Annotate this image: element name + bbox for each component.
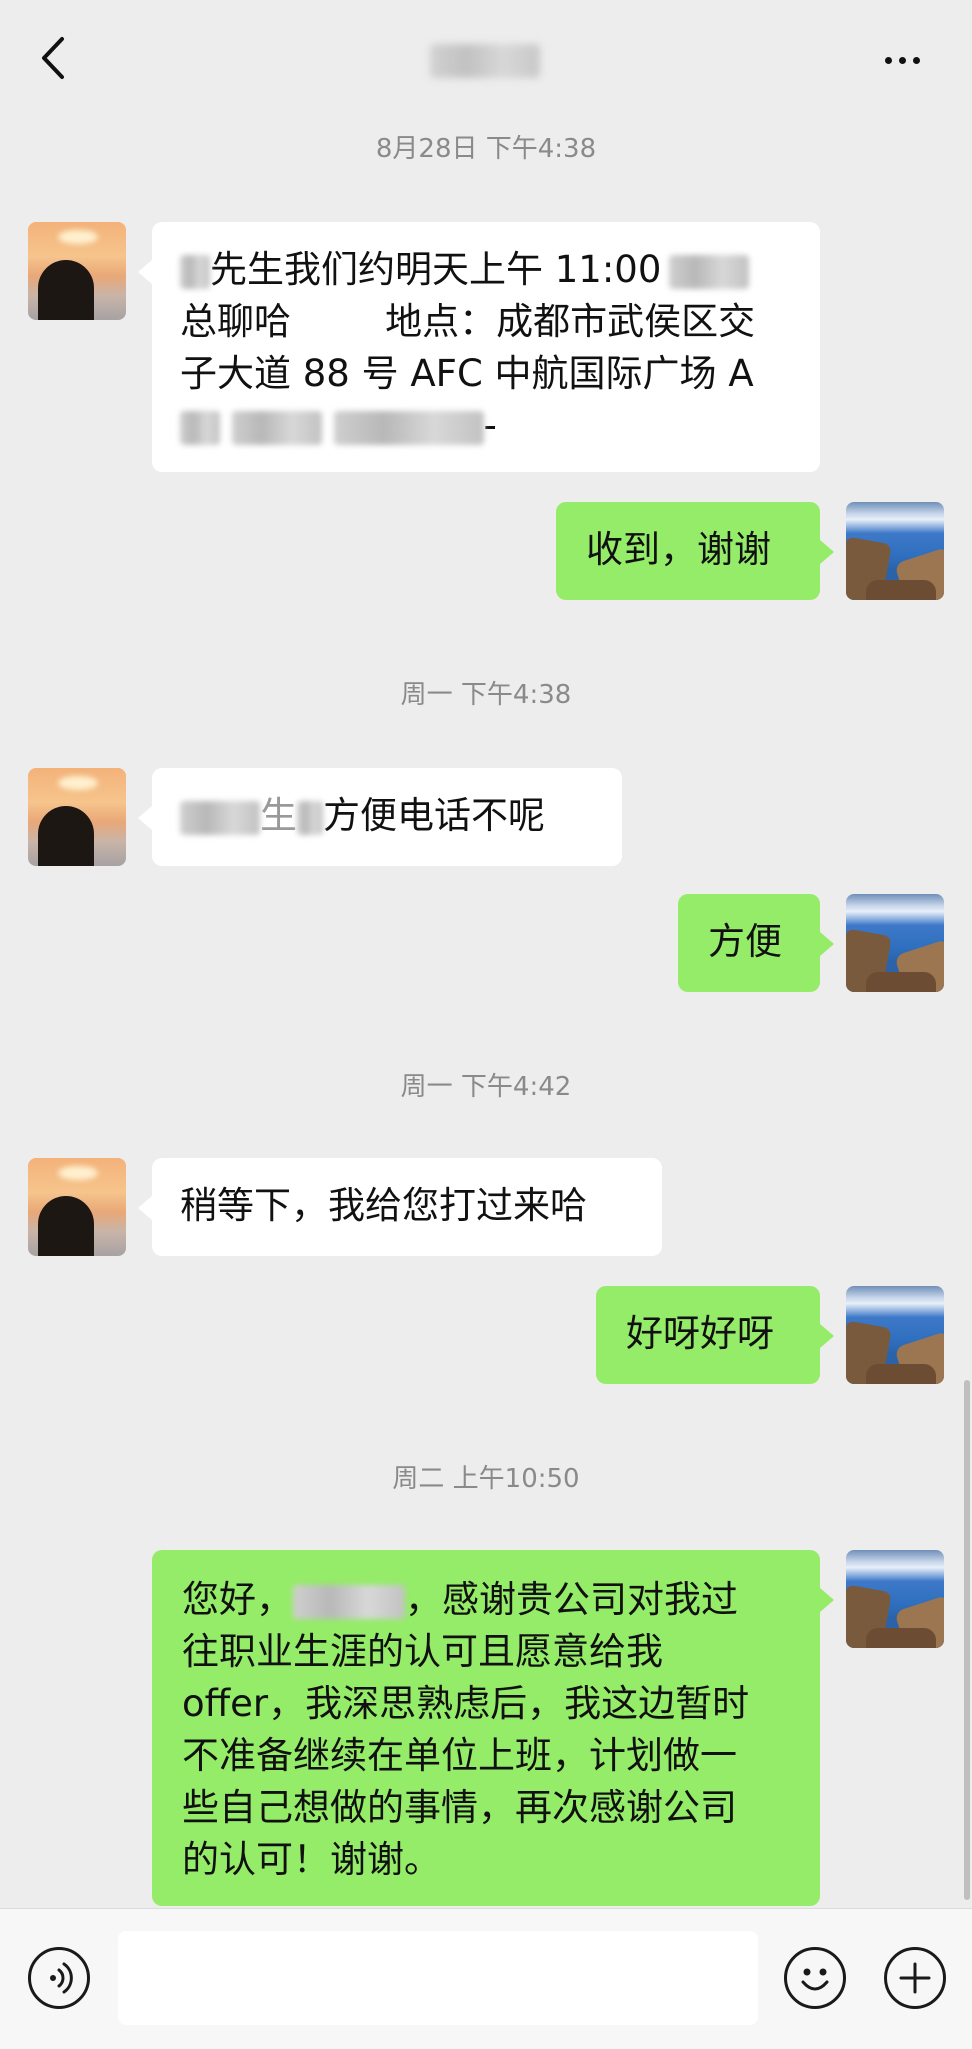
contact-avatar[interactable] bbox=[28, 1158, 126, 1256]
message-input[interactable] bbox=[118, 1931, 758, 2025]
chat-title-redacted bbox=[430, 44, 540, 78]
message-bubble-received[interactable]: 稍等下，我给您打过来哈 bbox=[138, 1158, 662, 1256]
message-bubble-sent[interactable]: 好呀好呀 bbox=[596, 1286, 834, 1384]
redacted-text bbox=[180, 800, 260, 835]
user-avatar[interactable] bbox=[846, 1550, 944, 1648]
emoji-icon bbox=[801, 1968, 829, 1991]
redacted-text bbox=[180, 254, 210, 289]
message-bubble-sent[interactable]: 收到，谢谢 bbox=[556, 502, 834, 600]
redacted-text bbox=[669, 254, 750, 289]
contact-avatar[interactable] bbox=[28, 222, 126, 320]
user-avatar[interactable] bbox=[846, 1286, 944, 1384]
message-bubble-received[interactable]: 生方便电话不呢 bbox=[138, 768, 622, 866]
timestamp: 周二 上午10:50 bbox=[392, 1464, 580, 1494]
scrollbar[interactable] bbox=[964, 1380, 970, 1900]
chevron-left-icon bbox=[42, 37, 64, 79]
input-bar bbox=[0, 1908, 972, 2049]
user-avatar[interactable] bbox=[846, 502, 944, 600]
message-bubble-received[interactable]: 先生我们约明天上午 11:00 总聊哈 地点：成都市武侯区交 子大道 88 号 … bbox=[138, 222, 820, 472]
redacted-text bbox=[333, 410, 484, 445]
message-bubble-sent[interactable]: 方便 bbox=[678, 894, 834, 992]
voice-button[interactable] bbox=[28, 1947, 90, 2009]
redacted-text bbox=[180, 410, 220, 445]
emoji-button[interactable] bbox=[784, 1947, 846, 2009]
timestamp: 8月28日 下午4:38 bbox=[375, 134, 597, 164]
more-button[interactable] bbox=[872, 40, 932, 80]
redacted-text bbox=[297, 800, 323, 835]
contact-avatar[interactable] bbox=[28, 768, 126, 866]
ellipsis-icon bbox=[884, 56, 892, 64]
timestamp: 周一 下午4:42 bbox=[400, 1072, 572, 1102]
timestamp: 周一 下午4:38 bbox=[400, 680, 572, 710]
chat-header bbox=[0, 0, 972, 116]
message-bubble-sent[interactable]: 您好， ，感谢贵公司对我过 往职业生涯的认可且愿意给我 offer，我深思熟虑后，… bbox=[152, 1550, 834, 1906]
redacted-text bbox=[293, 1584, 405, 1619]
more-actions-button[interactable] bbox=[884, 1947, 946, 2009]
user-avatar[interactable] bbox=[846, 894, 944, 992]
plus-icon bbox=[899, 1962, 931, 1994]
voice-icon bbox=[50, 1962, 73, 1994]
back-button[interactable] bbox=[28, 30, 78, 86]
redacted-text bbox=[231, 410, 322, 445]
